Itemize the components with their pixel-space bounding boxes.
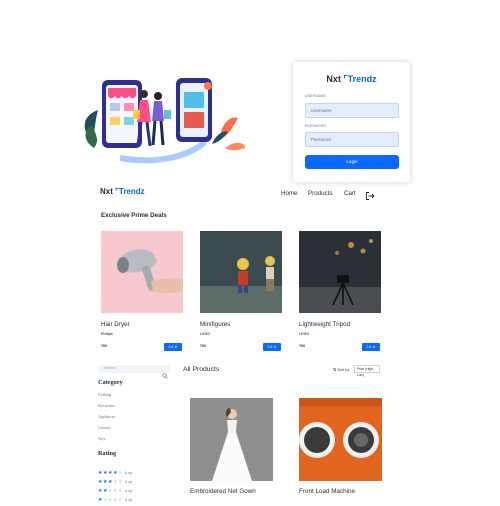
logo-brand: ⌜Trendz (343, 74, 377, 84)
header-logo[interactable]: Nxt ⌜Trendz (100, 187, 145, 196)
category-item[interactable]: Appliances (98, 415, 115, 419)
search-icon[interactable] (162, 366, 168, 379)
prime-item-name: Minifigures (200, 321, 231, 328)
nav-products[interactable]: Products (308, 190, 332, 197)
username-input[interactable]: Username (305, 103, 399, 118)
sort-label: ⇅ Sort by (333, 367, 349, 372)
product-name: Front Load Machine (299, 488, 356, 495)
rating-filter-1[interactable]: ★★★★★ & up (98, 488, 132, 503)
prime-item-brand: LEGO (200, 332, 211, 336)
category-item[interactable]: Grocery (98, 426, 110, 430)
prime-item-rating-badge: 3.6 ★ (164, 343, 182, 351)
prime-item-name: Hair Dryer (101, 321, 130, 328)
header-logo-brand: ⌜Trendz (115, 187, 145, 196)
rating-value: 3.6 (267, 345, 273, 349)
rating-filter-2[interactable]: ★★★★★ & up (98, 479, 132, 494)
logo-brand-text: Trendz (347, 74, 377, 84)
username-label: USERNAME (305, 94, 326, 98)
category-item[interactable]: Clothing (98, 393, 111, 397)
login-logo: Nxt ⌜Trendz (293, 74, 410, 85)
star-icon: ★ (372, 345, 376, 349)
prime-deals-title: Exclusive Prime Deals (101, 212, 167, 219)
nav-cart[interactable]: Cart (344, 190, 356, 197)
password-label: PASSWORD (305, 124, 327, 128)
prime-item-rating-badge: 3.6 ★ (362, 343, 380, 351)
sort-select[interactable]: Price (High-Low) (354, 365, 380, 377)
product-image-gown[interactable] (190, 398, 273, 481)
prime-item-price: 760 (299, 344, 305, 348)
rating-value: 3.6 (168, 345, 174, 349)
product-image-washing-machine[interactable] (299, 398, 382, 481)
search-input[interactable]: Search (99, 365, 170, 373)
site-header (0, 186, 500, 206)
sort-label-text: Sort by (337, 368, 350, 372)
product-name: Embroidered Net Gown (190, 488, 256, 495)
category-item[interactable]: Toys (98, 437, 105, 441)
prime-item-brand: LEGO (299, 332, 310, 336)
username-placeholder: Username (311, 108, 332, 113)
password-input[interactable]: Password (305, 132, 399, 147)
prime-item-price: 760 (200, 344, 206, 348)
prime-item-name: Lightweight Tripod (299, 321, 351, 328)
prime-item-brand: Philips (101, 332, 113, 336)
login-button[interactable]: Login (305, 155, 399, 169)
rating-title: Rating (98, 450, 117, 457)
star-icon: ★ (174, 345, 178, 349)
prime-item-image-minifigures[interactable] (200, 231, 282, 313)
search-placeholder: Search (104, 366, 116, 370)
rating-filter-3[interactable]: ★★★★★ & up (98, 470, 132, 485)
login-card: Nxt ⌜Trendz USERNAME Username PASSWORD P… (293, 62, 410, 182)
and-up-label: & up (124, 498, 133, 502)
category-title: Category (98, 379, 123, 386)
category-item[interactable]: Electronics (98, 404, 115, 408)
login-section: Nxt ⌜Trendz USERNAME Username PASSWORD P… (0, 0, 500, 185)
password-placeholder: Password (311, 137, 331, 142)
header-logo-prefix: Nxt (100, 187, 113, 196)
prime-item-image-tripod[interactable] (299, 231, 381, 313)
prime-item-price: 760 (101, 344, 107, 348)
rating-filter-4[interactable]: ★★★★★ & up (98, 461, 132, 476)
logo-prefix: Nxt (326, 74, 341, 84)
all-products-title: All Products (183, 366, 220, 373)
prime-item-rating-badge: 3.6 ★ (263, 343, 281, 351)
star-empty-icon: ★★★★ (102, 497, 123, 503)
shopping-illustration (80, 70, 250, 170)
prime-item-image-hair-dryer[interactable] (101, 231, 183, 313)
sort-icon: ⇅ (333, 368, 337, 372)
logout-icon[interactable] (365, 188, 375, 200)
nav-home[interactable]: Home (281, 190, 298, 197)
header-logo-brand-text: Trendz (118, 187, 145, 196)
star-icon: ★ (273, 345, 277, 349)
rating-value: 3.6 (366, 345, 372, 349)
